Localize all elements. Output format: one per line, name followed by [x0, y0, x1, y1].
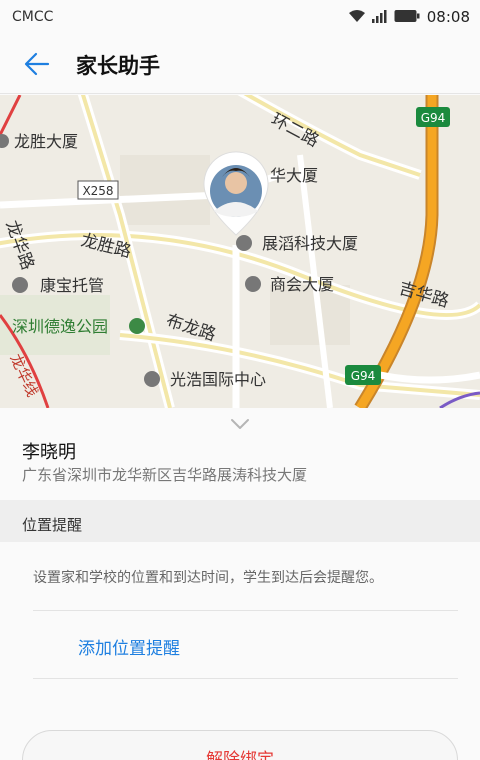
- poi-icon: [245, 276, 261, 292]
- map-view[interactable]: G94 G94 X258 环二路 龙胜路 龙华路 吉华路 布龙路 龙华线 龙胜大…: [0, 95, 480, 408]
- divider: [33, 678, 458, 679]
- svg-text:X258: X258: [82, 184, 113, 198]
- person-address: 广东省深圳市龙华新区吉华路展涛科技大厦: [22, 466, 308, 484]
- map-label-hua-building: 华大厦: [270, 166, 318, 185]
- map-label-deyi-park: 深圳德逸公园: [12, 317, 108, 336]
- battery-icon: [394, 8, 420, 27]
- map-label-kangbao-nursery: 康宝托管: [40, 276, 104, 295]
- carrier-label: CMCC: [12, 9, 54, 25]
- map-label-shanghui-building: 商会大厦: [270, 275, 334, 294]
- status-icons: 08:08: [348, 7, 470, 27]
- app-bar: 家长助手: [0, 34, 480, 94]
- g94-shield-top: G94: [416, 107, 450, 127]
- person-name: 李晓明: [22, 442, 76, 463]
- page-title: 家长助手: [76, 54, 160, 78]
- x258-label-box: X258: [77, 180, 119, 200]
- divider: [33, 610, 458, 611]
- signal-icon: [371, 8, 389, 27]
- svg-text:G94: G94: [351, 369, 376, 383]
- map-label-zhantao-building: 展滔科技大厦: [262, 234, 358, 253]
- unbind-button[interactable]: 解除绑定: [22, 730, 458, 760]
- status-bar: CMCC 08:08: [0, 0, 480, 34]
- add-location-reminder-link[interactable]: 添加位置提醒: [78, 634, 180, 659]
- clock: 08:08: [426, 8, 470, 26]
- svg-text:G94: G94: [421, 111, 446, 125]
- reminder-card: 设置家和学校的位置和到达时间，学生到达后会提醒您。 添加位置提醒: [0, 542, 480, 760]
- location-reminder-section: 位置提醒: [0, 500, 480, 542]
- back-button[interactable]: [18, 46, 56, 82]
- arrow-left-icon: [24, 52, 50, 76]
- poi-icon: [236, 235, 252, 251]
- g94-shield-bottom: G94: [345, 365, 381, 385]
- chevron-down-icon: [231, 419, 249, 429]
- wifi-icon: [348, 8, 366, 27]
- map-label-guanghao-center: 光浩国际中心: [170, 370, 266, 389]
- park-icon: [129, 318, 145, 334]
- section-title: 位置提醒: [22, 516, 83, 534]
- collapse-handle[interactable]: [225, 413, 255, 435]
- map-label-longsheng-building: 龙胜大厦: [14, 132, 78, 151]
- poi-icon: [12, 277, 28, 293]
- unbind-button-label: 解除绑定: [206, 750, 274, 760]
- reminder-description: 设置家和学校的位置和到达时间，学生到达后会提醒您。: [33, 570, 383, 586]
- poi-icon: [144, 371, 160, 387]
